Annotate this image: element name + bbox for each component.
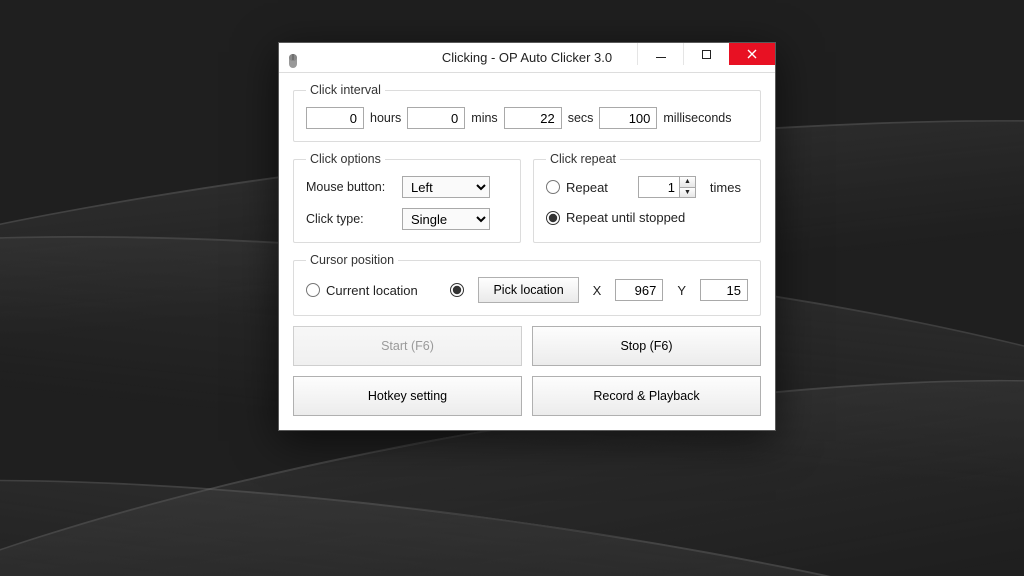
repeat-n-radio[interactable]	[546, 180, 560, 194]
mins-input[interactable]	[407, 107, 465, 129]
action-buttons: Start (F6) Stop (F6) Hotkey setting Reco…	[293, 326, 761, 416]
y-input[interactable]	[700, 279, 748, 301]
x-input[interactable]	[615, 279, 663, 301]
x-label: X	[593, 283, 602, 298]
client-area: Click interval hours mins secs milliseco…	[279, 73, 775, 430]
click-options-group: Click options Mouse button: Left Click t…	[293, 152, 521, 243]
title-bar[interactable]: Clicking - OP Auto Clicker 3.0	[279, 43, 775, 73]
click-type-select[interactable]: Single	[402, 208, 490, 230]
current-location-label: Current location	[326, 283, 418, 298]
y-label: Y	[677, 283, 686, 298]
repeat-until-stopped-radio[interactable]	[546, 211, 560, 225]
desktop-background: Clicking - OP Auto Clicker 3.0 Click int…	[0, 0, 1024, 576]
stepper-arrows[interactable]: ▲ ▼	[679, 177, 695, 197]
app-window: Clicking - OP Auto Clicker 3.0 Click int…	[278, 42, 776, 431]
hotkey-setting-button[interactable]: Hotkey setting	[293, 376, 522, 416]
mins-label: mins	[471, 111, 497, 125]
cursor-position-group: Cursor position Current location Pick lo…	[293, 253, 761, 316]
ms-input[interactable]	[599, 107, 657, 129]
click-options-legend: Click options	[306, 152, 385, 166]
mouse-icon	[285, 50, 301, 66]
secs-label: secs	[568, 111, 594, 125]
times-label: times	[710, 180, 741, 195]
pick-location-button[interactable]: Pick location	[478, 277, 578, 303]
mouse-button-select[interactable]: Left	[402, 176, 490, 198]
current-location-radio[interactable]	[306, 283, 320, 297]
repeat-times-input[interactable]	[639, 177, 679, 197]
window-controls	[637, 43, 775, 65]
click-type-label: Click type:	[306, 212, 394, 226]
hours-input[interactable]	[306, 107, 364, 129]
chevron-up-icon[interactable]: ▲	[680, 177, 695, 188]
maximize-button[interactable]	[683, 43, 729, 65]
chevron-down-icon[interactable]: ▼	[680, 188, 695, 198]
stop-button[interactable]: Stop (F6)	[532, 326, 761, 366]
pick-location-radio[interactable]	[450, 283, 464, 297]
ms-label: milliseconds	[663, 111, 731, 125]
window-title: Clicking - OP Auto Clicker 3.0	[442, 50, 612, 65]
start-button: Start (F6)	[293, 326, 522, 366]
secs-input[interactable]	[504, 107, 562, 129]
click-interval-group: Click interval hours mins secs milliseco…	[293, 83, 761, 142]
click-repeat-legend: Click repeat	[546, 152, 620, 166]
repeat-n-label: Repeat	[566, 180, 608, 195]
close-button[interactable]	[729, 43, 775, 65]
mouse-button-label: Mouse button:	[306, 180, 394, 194]
hours-label: hours	[370, 111, 401, 125]
cursor-position-legend: Cursor position	[306, 253, 398, 267]
click-interval-legend: Click interval	[306, 83, 385, 97]
minimize-button[interactable]	[637, 43, 683, 65]
click-repeat-group: Click repeat Repeat ▲ ▼ times	[533, 152, 761, 243]
repeat-until-stopped-label: Repeat until stopped	[566, 210, 685, 225]
repeat-times-stepper[interactable]: ▲ ▼	[638, 176, 696, 198]
record-playback-button[interactable]: Record & Playback	[532, 376, 761, 416]
